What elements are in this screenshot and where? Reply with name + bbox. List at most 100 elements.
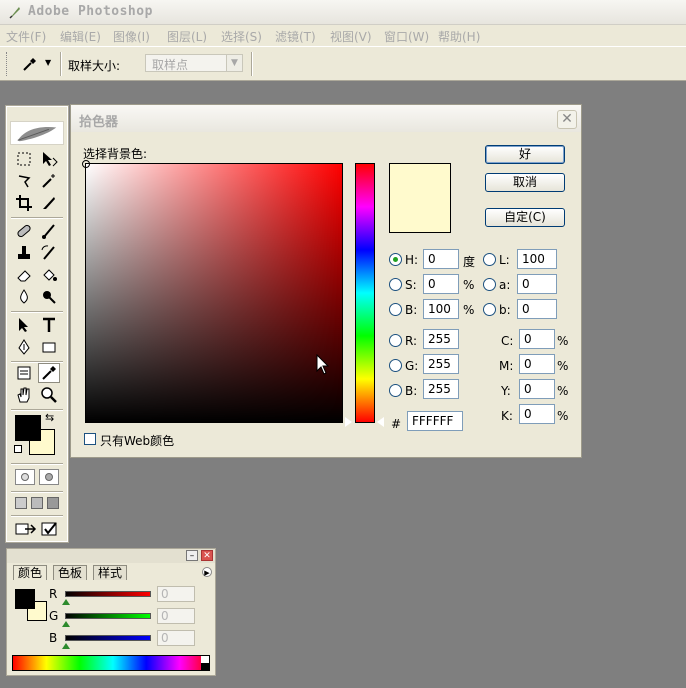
circle-icon xyxy=(45,473,53,481)
menu-edit[interactable]: 编辑(E) xyxy=(60,28,101,45)
notes-tool[interactable] xyxy=(13,363,35,383)
tab-styles[interactable]: 样式 xyxy=(93,565,128,580)
red-slider[interactable] xyxy=(65,591,151,597)
tab-swatches[interactable]: 色板 xyxy=(53,565,88,580)
standard-mode-button[interactable] xyxy=(15,469,35,485)
spectrum-white-swatch[interactable] xyxy=(201,656,209,663)
lab-b-field[interactable]: 0 xyxy=(517,299,557,319)
panel-g-field[interactable]: 0 xyxy=(157,608,195,624)
options-bar-grip[interactable] xyxy=(6,52,9,76)
color-spectrum-bar[interactable] xyxy=(12,655,210,671)
hue-slider-right-arrow[interactable] xyxy=(377,417,384,427)
spectrum-black-swatch[interactable] xyxy=(201,663,209,670)
menu-select[interactable]: 选择(S) xyxy=(221,28,262,45)
green-slider-thumb[interactable] xyxy=(62,621,70,627)
tool-preset-picker[interactable]: ▼ xyxy=(18,53,58,75)
menu-help[interactable]: 帮助(H) xyxy=(438,28,480,45)
color-panel-header[interactable]: – ✕ xyxy=(7,549,215,563)
hue-radio[interactable] xyxy=(389,253,402,266)
crop-tool[interactable] xyxy=(13,193,35,213)
blue-slider-thumb[interactable] xyxy=(62,643,70,649)
lab-b-radio[interactable] xyxy=(483,303,496,316)
menu-file[interactable]: 文件(F) xyxy=(6,28,46,45)
cancel-button[interactable]: 取消 xyxy=(485,173,565,192)
move-tool[interactable] xyxy=(38,149,60,169)
hex-field[interactable]: FFFFFF xyxy=(407,411,463,431)
ok-button[interactable]: 好 xyxy=(485,145,565,164)
magenta-field[interactable]: 0 xyxy=(519,354,555,374)
web-colors-only-checkbox[interactable] xyxy=(84,433,96,445)
cyan-field[interactable]: 0 xyxy=(519,329,555,349)
screen-mode-full-icon[interactable] xyxy=(47,497,59,509)
rectangle-shape-tool[interactable] xyxy=(38,337,60,357)
black-field[interactable]: 0 xyxy=(519,404,555,424)
brush-tool[interactable] xyxy=(38,221,60,241)
dodge-tool[interactable] xyxy=(38,287,60,307)
imageready-checkmark-button[interactable] xyxy=(41,521,59,537)
blue-radio[interactable] xyxy=(389,384,402,397)
menu-view[interactable]: 视图(V) xyxy=(330,28,372,45)
minimize-button[interactable]: – xyxy=(186,550,198,561)
red-radio[interactable] xyxy=(389,334,402,347)
path-selection-tool[interactable] xyxy=(13,315,35,335)
brightness-field[interactable]: 100 xyxy=(423,299,459,319)
menu-layer[interactable]: 图层(L) xyxy=(167,28,207,45)
hue-slider-left-arrow[interactable] xyxy=(345,417,352,427)
eraser-tool[interactable] xyxy=(13,265,35,285)
blur-tool[interactable] xyxy=(13,287,35,307)
default-colors-icon[interactable] xyxy=(14,445,22,453)
photoshop-logo-button[interactable] xyxy=(10,121,64,145)
panel-foreground-swatch[interactable] xyxy=(15,589,35,609)
menu-filter[interactable]: 滤镜(T) xyxy=(275,28,316,45)
hand-tool[interactable] xyxy=(13,385,35,405)
green-radio[interactable] xyxy=(389,359,402,372)
color-field[interactable] xyxy=(82,160,343,423)
saturation-radio[interactable] xyxy=(389,278,402,291)
hue-field[interactable]: 0 xyxy=(423,249,459,269)
close-button[interactable]: ✕ xyxy=(201,550,213,561)
lab-l-radio[interactable] xyxy=(483,253,496,266)
history-brush-tool[interactable] xyxy=(38,243,60,263)
hue-slider[interactable] xyxy=(355,163,375,423)
lasso-tool[interactable] xyxy=(13,171,35,191)
green-slider[interactable] xyxy=(65,613,151,619)
jump-to-imageready-button[interactable] xyxy=(15,521,37,537)
screen-mode-standard-icon[interactable] xyxy=(15,497,27,509)
blue-field[interactable]: 255 xyxy=(423,379,459,399)
brightness-radio[interactable] xyxy=(389,303,402,316)
lab-l-field[interactable]: 100 xyxy=(517,249,557,269)
screen-mode-full-menu-icon[interactable] xyxy=(31,497,43,509)
menu-image[interactable]: 图像(I) xyxy=(113,28,150,45)
close-button[interactable]: ✕ xyxy=(557,110,577,129)
paint-bucket-tool[interactable] xyxy=(38,265,60,285)
type-tool[interactable] xyxy=(38,315,60,335)
custom-button[interactable]: 自定(C) xyxy=(485,208,565,227)
lab-a-radio[interactable] xyxy=(483,278,496,291)
eyedropper-tool[interactable] xyxy=(38,363,60,383)
healing-brush-tool[interactable] xyxy=(13,221,35,241)
magic-wand-tool[interactable] xyxy=(38,171,60,191)
sample-size-select[interactable]: 取样点 ▼ xyxy=(145,54,243,72)
foreground-color-swatch-top[interactable] xyxy=(15,415,41,441)
panel-menu-icon[interactable]: ▶ xyxy=(202,567,212,577)
green-field[interactable]: 255 xyxy=(423,354,459,374)
quick-mask-mode-button[interactable] xyxy=(39,469,59,485)
blue-slider[interactable] xyxy=(65,635,151,641)
red-field[interactable]: 255 xyxy=(423,329,459,349)
menu-window[interactable]: 窗口(W) xyxy=(384,28,429,45)
panel-b-field[interactable]: 0 xyxy=(157,630,195,646)
pen-tool[interactable] xyxy=(13,337,35,357)
slice-tool[interactable] xyxy=(38,193,60,213)
swap-colors-icon[interactable]: ⇆ xyxy=(45,411,54,424)
marquee-tool[interactable] xyxy=(13,149,35,169)
saturation-field[interactable]: 0 xyxy=(423,274,459,294)
dialog-title-bar[interactable]: 拾色器 ✕ xyxy=(71,105,581,132)
lab-a-field[interactable]: 0 xyxy=(517,274,557,294)
yellow-field[interactable]: 0 xyxy=(519,379,555,399)
clone-stamp-tool[interactable] xyxy=(13,243,35,263)
zoom-tool[interactable] xyxy=(38,385,60,405)
panel-r-field[interactable]: 0 xyxy=(157,586,195,602)
color-field-marker[interactable] xyxy=(82,160,90,168)
tab-color[interactable]: 颜色 xyxy=(13,565,48,580)
red-slider-thumb[interactable] xyxy=(62,599,70,605)
